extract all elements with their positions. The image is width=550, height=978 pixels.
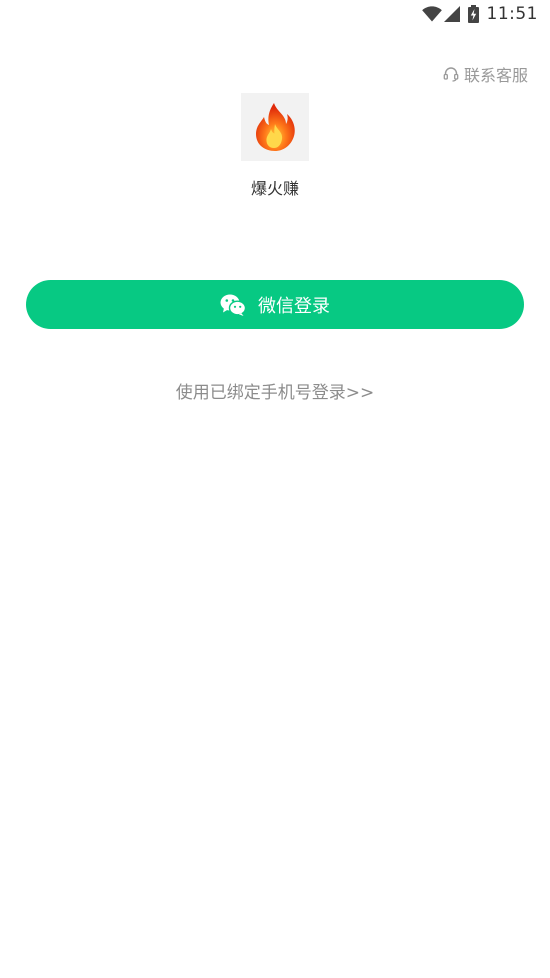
status-time: 11:51: [486, 4, 538, 24]
phone-login-link[interactable]: 使用已绑定手机号登录>>: [0, 378, 550, 403]
wifi-icon: [421, 6, 442, 22]
battery-charging-icon: [467, 5, 479, 23]
flame-icon: [256, 103, 295, 151]
wechat-icon: [220, 294, 246, 316]
headset-icon: [443, 67, 459, 82]
signal-icon: [443, 6, 460, 22]
wechat-login-button[interactable]: 微信登录: [26, 280, 524, 329]
app-name: 爆火赚: [250, 179, 299, 198]
contact-support-label: 联系客服: [463, 66, 528, 85]
status-bar: 11:51: [0, 0, 550, 28]
status-icons: 11:51: [421, 4, 539, 24]
contact-support-link[interactable]: 联系客服: [443, 62, 528, 86]
wechat-login-label: 微信登录: [258, 295, 330, 317]
app-logo: [241, 93, 309, 161]
